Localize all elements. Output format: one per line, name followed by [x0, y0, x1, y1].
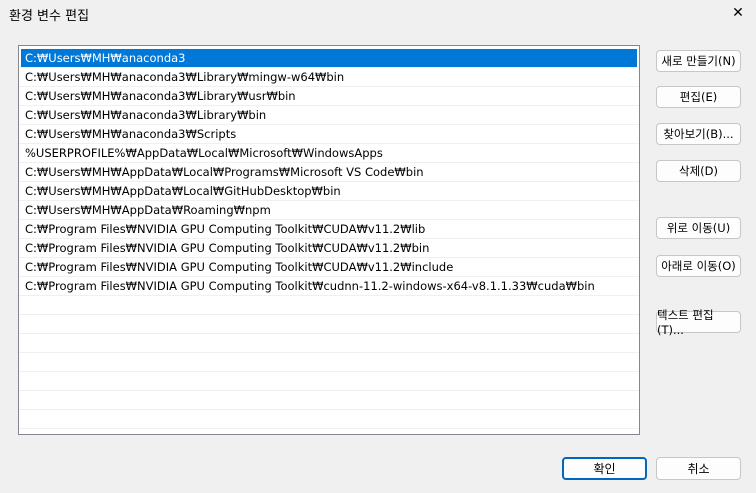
close-icon: ✕ [732, 5, 744, 21]
window-title: 환경 변수 편집 [9, 9, 90, 24]
list-item[interactable]: C:₩Users₩MH₩anaconda3₩Library₩usr₩bin [19, 87, 639, 106]
ok-button[interactable]: 확인 [562, 457, 647, 480]
path-list[interactable]: C:₩Users₩MH₩anaconda3 C:₩Users₩MH₩anacond… [18, 45, 640, 435]
edit-button[interactable]: 편집(E) [656, 86, 741, 108]
browse-button[interactable]: 찾아보기(B)... [656, 123, 741, 145]
list-item[interactable]: %USERPROFILE%₩AppData₩Local₩Microsoft₩Wi… [19, 144, 639, 163]
empty-list-row[interactable] [19, 372, 639, 391]
list-item[interactable]: C:₩Users₩MH₩AppData₩Roaming₩npm [19, 201, 639, 220]
empty-list-row[interactable] [19, 410, 639, 429]
list-item-selected[interactable]: C:₩Users₩MH₩anaconda3 [21, 49, 637, 68]
edit-text-button[interactable]: 텍스트 편집(T)... [656, 308, 741, 337]
list-item[interactable]: C:₩Program Files₩NVIDIA GPU Computing To… [19, 220, 639, 239]
empty-list-row[interactable] [19, 315, 639, 334]
move-up-button[interactable]: 위로 이동(U) [656, 217, 741, 239]
title-bar: 환경 변수 편집 ✕ [0, 0, 756, 28]
delete-button[interactable]: 삭제(D) [656, 160, 741, 182]
close-button[interactable]: ✕ [726, 2, 750, 24]
new-button[interactable]: 새로 만들기(N) [656, 50, 741, 72]
move-down-button[interactable]: 아래로 이동(O) [656, 255, 741, 277]
list-item[interactable]: C:₩Users₩MH₩anaconda3₩Library₩bin [19, 106, 639, 125]
list-item[interactable]: C:₩Users₩MH₩AppData₩Local₩Programs₩Micro… [19, 163, 639, 182]
empty-list-row[interactable] [19, 391, 639, 410]
list-item[interactable]: C:₩Program Files₩NVIDIA GPU Computing To… [19, 277, 639, 296]
list-item[interactable]: C:₩Users₩MH₩AppData₩Local₩GitHubDesktop₩… [19, 182, 639, 201]
list-item[interactable]: C:₩Program Files₩NVIDIA GPU Computing To… [19, 239, 639, 258]
empty-list-row[interactable] [19, 296, 639, 315]
list-item[interactable]: C:₩Program Files₩NVIDIA GPU Computing To… [19, 258, 639, 277]
list-item[interactable]: C:₩Users₩MH₩anaconda3₩Library₩mingw-w64₩… [19, 68, 639, 87]
empty-list-row[interactable] [19, 353, 639, 372]
list-item[interactable]: C:₩Users₩MH₩anaconda3₩Scripts [19, 125, 639, 144]
empty-list-row[interactable] [19, 334, 639, 353]
cancel-button[interactable]: 취소 [656, 457, 741, 480]
